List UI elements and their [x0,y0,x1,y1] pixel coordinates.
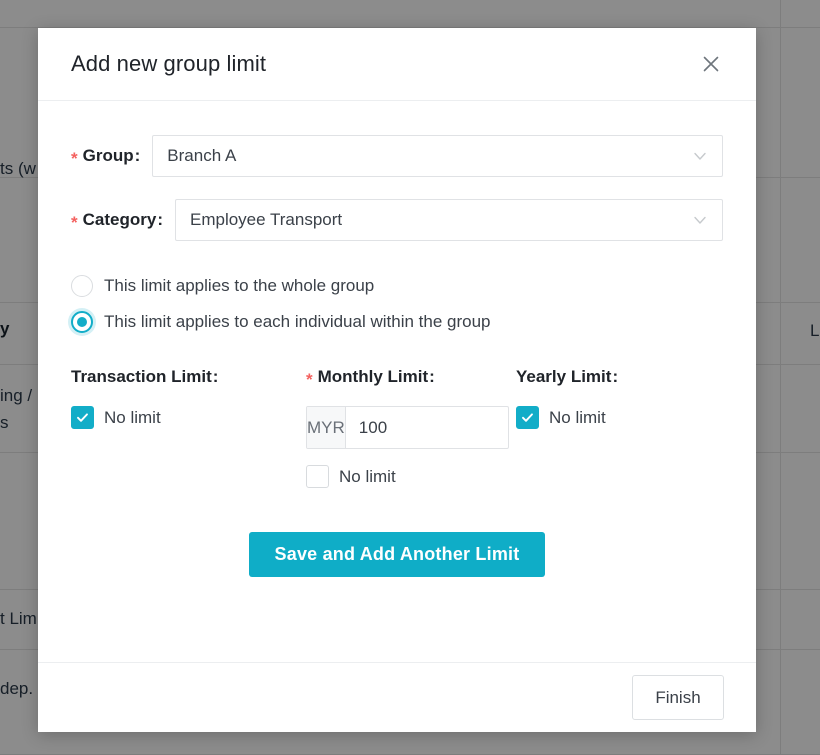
transaction-limit-heading: Transaction Limit : [71,367,306,387]
required-asterisk-icon: * [306,370,313,389]
dialog-header: Add new group limit [38,28,756,101]
monthly-limit-heading: * Monthly Limit : [306,367,516,389]
currency-prefix: MYR [307,407,346,448]
radio-selected-icon [71,311,93,333]
category-field-row: * Category : Employee Transport [71,199,723,241]
monthly-no-limit-checkbox[interactable]: No limit [306,465,516,488]
dialog-footer: Finish [38,662,756,732]
yearly-limit-label: Yearly Limit [516,367,612,386]
radio-each-individual-label: This limit applies to each individual wi… [104,312,491,331]
category-field-label: * Category : [71,210,163,232]
group-field-row: * Group : Branch A [71,135,723,177]
monthly-limit-label: Monthly Limit [317,367,429,386]
transaction-limit-label: Transaction Limit [71,367,212,386]
monthly-no-limit-label: No limit [339,466,396,486]
required-asterisk-icon: * [71,149,78,168]
label-colon: : [134,146,141,165]
group-field-label: * Group : [71,146,141,168]
category-select-value: Employee Transport [189,210,343,229]
chevron-down-icon [692,148,708,164]
add-group-limit-dialog: Add new group limit * Group : Branch A *… [38,28,756,732]
save-add-row: Save and Add Another Limit [71,532,723,577]
transaction-no-limit-checkbox[interactable]: No limit [71,406,306,429]
radio-whole-group-label: This limit applies to the whole group [104,276,375,295]
radio-unselected-icon [71,275,93,297]
transaction-limit-column: Transaction Limit : No limit [71,367,306,488]
yearly-no-limit-label: No limit [549,407,606,427]
checkbox-checked-icon [516,406,539,429]
transaction-no-limit-label: No limit [104,407,161,427]
finish-button[interactable]: Finish [632,675,724,720]
category-label-text: Category [82,210,157,229]
limit-scope-radio-group: This limit applies to the whole group Th… [71,275,723,333]
label-colon: : [429,367,435,386]
group-label-text: Group [82,146,134,165]
close-icon[interactable] [696,49,726,79]
label-colon: : [157,210,163,229]
save-and-add-another-limit-button[interactable]: Save and Add Another Limit [248,532,546,577]
yearly-limit-heading: Yearly Limit : [516,367,716,387]
radio-each-individual[interactable]: This limit applies to each individual wi… [71,311,723,333]
yearly-no-limit-checkbox[interactable]: No limit [516,406,716,429]
dialog-body: * Group : Branch A * Category : Employee… [38,101,756,662]
dialog-title: Add new group limit [71,51,267,76]
required-asterisk-icon: * [71,213,78,232]
chevron-down-icon [692,212,708,228]
yearly-limit-column: Yearly Limit : No limit [516,367,716,488]
category-select[interactable]: Employee Transport [174,199,723,241]
monthly-limit-column: * Monthly Limit : MYR No limit [306,367,516,488]
group-select-value: Branch A [167,146,237,165]
checkbox-checked-icon [71,406,94,429]
limits-section: Transaction Limit : No limit * Monthly L… [71,367,723,488]
monthly-limit-amount-group: MYR [306,406,509,449]
radio-whole-group[interactable]: This limit applies to the whole group [71,275,723,297]
checkbox-unchecked-icon [306,465,329,488]
label-colon: : [612,367,619,386]
monthly-limit-amount-input[interactable] [345,407,508,448]
group-select[interactable]: Branch A [152,135,723,177]
label-colon: : [212,367,219,386]
